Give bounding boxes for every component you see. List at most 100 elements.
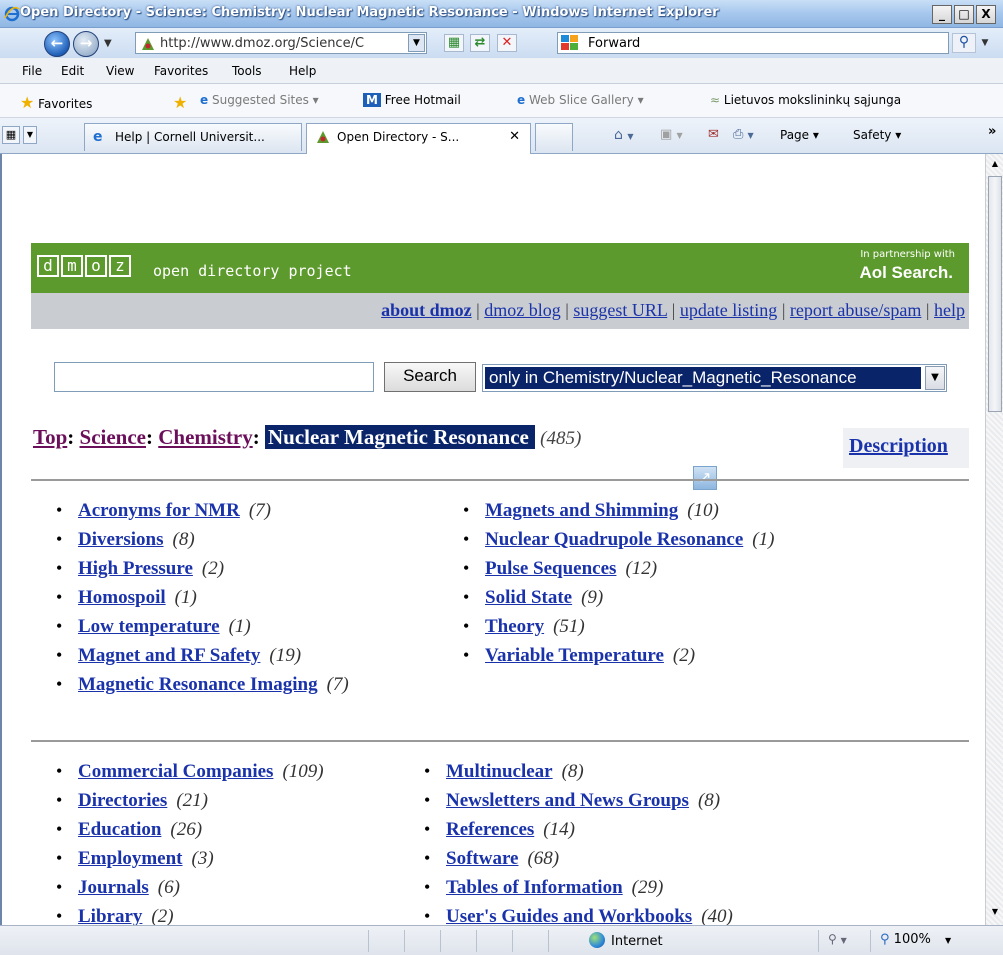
compatibility-view-button[interactable]: ▦ bbox=[444, 34, 464, 52]
feeds-button[interactable]: ▣ ▼ bbox=[660, 127, 683, 142]
free-hotmail-link[interactable]: M Free Hotmail bbox=[363, 93, 461, 107]
close-window-button[interactable]: X bbox=[976, 5, 996, 24]
window-titlebar[interactable]: Open Directory - Science: Chemistry: Nuc… bbox=[0, 0, 1003, 28]
separator: | bbox=[671, 300, 676, 320]
category-link[interactable]: References bbox=[446, 819, 534, 840]
category-link[interactable]: Journals bbox=[78, 877, 149, 898]
category-item: References (14) bbox=[420, 819, 733, 848]
recent-pages-dropdown-icon[interactable]: ▼ bbox=[104, 38, 112, 49]
directory-search-button[interactable]: Search bbox=[384, 362, 476, 392]
category-link[interactable]: Low temperature bbox=[78, 616, 220, 637]
stop-button[interactable]: ✕ bbox=[497, 34, 517, 52]
back-button[interactable]: ← bbox=[44, 31, 70, 57]
accelerator-icon[interactable]: ↗ bbox=[693, 466, 717, 490]
category-link[interactable]: Magnetic Resonance Imaging bbox=[78, 674, 318, 695]
menu-file[interactable]: File bbox=[22, 64, 42, 78]
security-zone[interactable]: Internet bbox=[589, 932, 663, 949]
scroll-thumb[interactable] bbox=[988, 176, 1002, 412]
aol-search-logo[interactable]: Aol Search. bbox=[859, 263, 953, 283]
category-link[interactable]: Magnet and RF Safety bbox=[78, 645, 260, 666]
page-menu-button[interactable]: Page ▾ bbox=[780, 128, 819, 142]
menu-help[interactable]: Help bbox=[289, 64, 316, 78]
category-link[interactable]: Library bbox=[78, 906, 142, 927]
menu-tools[interactable]: Tools bbox=[232, 64, 262, 78]
category-link[interactable]: Homospoil bbox=[78, 587, 166, 608]
search-options-dropdown-icon[interactable]: ▼ bbox=[977, 33, 993, 53]
forward-button[interactable]: → bbox=[73, 31, 99, 57]
minimize-button[interactable]: _ bbox=[932, 5, 952, 24]
category-link[interactable]: Education bbox=[78, 819, 161, 840]
print-button[interactable]: ⎙ ▼ bbox=[733, 127, 754, 142]
zoom-level-button[interactable]: ⚲ 100% ▼ bbox=[880, 932, 951, 947]
address-bar[interactable]: http://www.dmoz.org/Science/C ▼ bbox=[135, 32, 427, 54]
category-item: Journals (6) bbox=[52, 877, 324, 906]
category-link[interactable]: Directories bbox=[78, 790, 167, 811]
category-link[interactable]: Newsletters and News Groups bbox=[446, 790, 689, 811]
protected-mode-button[interactable]: ⚲ ▼ bbox=[828, 932, 847, 946]
refresh-button[interactable]: ⇄ bbox=[470, 34, 490, 52]
maximize-button[interactable]: □ bbox=[954, 5, 974, 24]
close-tab-icon[interactable]: ✕ bbox=[509, 129, 520, 144]
search-scope-select[interactable]: only in Chemistry/Nuclear_Magnetic_Reson… bbox=[482, 364, 947, 392]
vertical-scrollbar[interactable]: ▲ ▼ bbox=[985, 154, 1003, 925]
description-link[interactable]: Description bbox=[843, 428, 969, 468]
tab-help-cornell[interactable]: e Help | Cornell Universit... bbox=[84, 123, 302, 151]
menu-view[interactable]: View bbox=[106, 64, 134, 78]
link-about-dmoz[interactable]: about dmoz bbox=[381, 300, 472, 320]
category-link[interactable]: Theory bbox=[485, 616, 544, 637]
tab-list-dropdown[interactable]: ▼ bbox=[23, 126, 37, 144]
breadcrumb-top[interactable]: Top bbox=[33, 425, 67, 449]
tab-open-directory[interactable]: Open Directory - S... ✕ bbox=[306, 123, 531, 154]
link-report-abuse[interactable]: report abuse/spam bbox=[790, 300, 921, 320]
link-dmoz-blog[interactable]: dmoz blog bbox=[484, 300, 561, 320]
address-url[interactable]: http://www.dmoz.org/Science/C bbox=[160, 36, 408, 51]
category-link[interactable]: Multinuclear bbox=[446, 761, 553, 782]
category-link[interactable]: Acronyms for NMR bbox=[78, 500, 240, 521]
link-update-listing[interactable]: update listing bbox=[680, 300, 778, 320]
category-count: (109) bbox=[282, 761, 324, 782]
breadcrumb-science[interactable]: Science bbox=[80, 425, 146, 449]
arrow-left-icon: ← bbox=[50, 34, 64, 52]
category-link[interactable]: Employment bbox=[78, 848, 183, 869]
category-link[interactable]: Software bbox=[446, 848, 518, 869]
menu-favorites[interactable]: Favorites bbox=[154, 64, 208, 78]
search-go-button[interactable]: ⚲ bbox=[952, 33, 976, 53]
link-suggest-url[interactable]: suggest URL bbox=[573, 300, 667, 320]
favorites-button[interactable]: ★ Favorites bbox=[20, 93, 92, 112]
scroll-up-icon[interactable]: ▲ bbox=[988, 156, 1002, 172]
safety-menu-button[interactable]: Safety ▾ bbox=[853, 128, 901, 142]
more-commands-button[interactable]: » bbox=[988, 124, 996, 139]
address-dropdown-icon[interactable]: ▼ bbox=[408, 34, 425, 52]
category-link[interactable]: User's Guides and Workbooks bbox=[446, 906, 692, 927]
internet-explorer-icon bbox=[4, 6, 20, 22]
new-tab-button[interactable] bbox=[535, 123, 573, 151]
category-link[interactable]: Diversions bbox=[78, 529, 164, 550]
printer-icon: ⎙ bbox=[733, 127, 744, 142]
category-link[interactable]: Tables of Information bbox=[446, 877, 623, 898]
dmoz-logo[interactable]: dmoz bbox=[37, 255, 133, 279]
category-link[interactable]: Pulse Sequences bbox=[485, 558, 616, 579]
add-to-favorites-bar-button[interactable]: ★ bbox=[173, 93, 187, 112]
category-count: (1) bbox=[174, 587, 197, 608]
home-button[interactable]: ⌂ ▼ bbox=[614, 127, 634, 143]
category-link[interactable]: Variable Temperature bbox=[485, 645, 664, 666]
directory-search-input[interactable] bbox=[54, 362, 374, 392]
lietuvos-link[interactable]: ≈ Lietuvos mokslininkų sąjunga bbox=[710, 93, 901, 107]
web-slice-gallery-link[interactable]: e Web Slice Gallery ▾ bbox=[517, 93, 644, 107]
category-count: (1) bbox=[752, 529, 775, 550]
link-help[interactable]: help bbox=[934, 300, 965, 320]
category-link[interactable]: Solid State bbox=[485, 587, 572, 608]
category-link[interactable]: High Pressure bbox=[78, 558, 193, 579]
category-link[interactable]: Nuclear Quadrupole Resonance bbox=[485, 529, 743, 550]
suggested-sites-link[interactable]: e Suggested Sites ▾ bbox=[200, 93, 319, 107]
lietuvos-label: Lietuvos mokslininkų sąjunga bbox=[723, 93, 902, 107]
category-link[interactable]: Magnets and Shimming bbox=[485, 500, 678, 521]
quick-tabs-button[interactable]: ▦ bbox=[2, 126, 20, 144]
breadcrumb-chemistry[interactable]: Chemistry bbox=[158, 425, 252, 449]
chevron-down-icon[interactable]: ▼ bbox=[925, 366, 945, 390]
category-link[interactable]: Commercial Companies bbox=[78, 761, 273, 782]
menu-edit[interactable]: Edit bbox=[61, 64, 84, 78]
read-mail-button[interactable]: ✉ bbox=[708, 127, 719, 142]
scroll-down-icon[interactable]: ▼ bbox=[988, 904, 1002, 920]
search-provider-box[interactable]: Forward bbox=[557, 32, 949, 54]
